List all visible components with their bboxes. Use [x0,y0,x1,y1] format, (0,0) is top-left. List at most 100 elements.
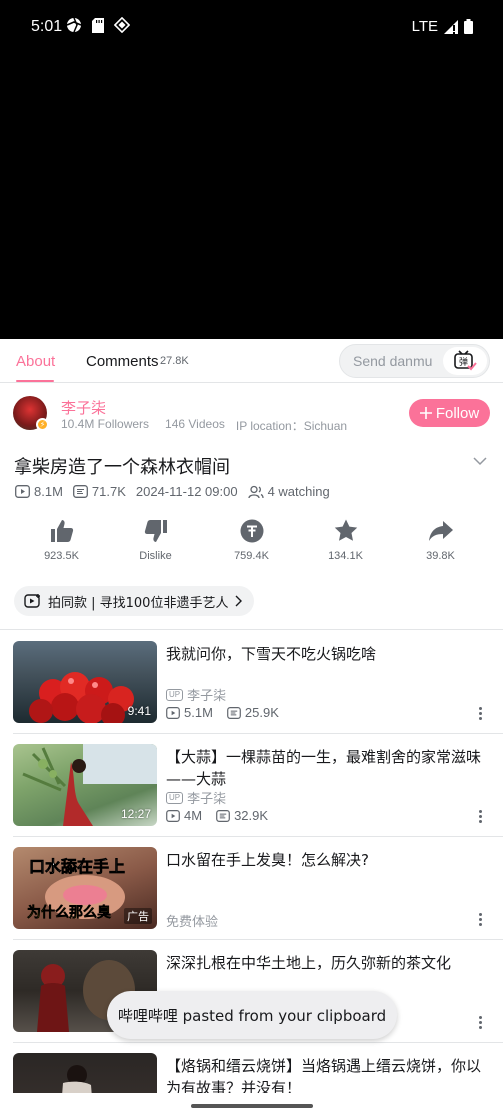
danmu-input[interactable]: Send danmu 弹 [339,344,490,378]
recommendation-views: 5.1M [184,705,213,720]
status-right: LTE [412,18,473,35]
recommendation-title: 口水留在手上发臭！怎么解决? [166,851,369,869]
list-item-ad[interactable]: 口水舔在手上 为什么那么臭 广告 口水留在手上发臭！怎么解决? 免费体验 [0,837,503,940]
coin-button[interactable]: 759.4K [204,518,299,562]
signal-icon [444,19,458,34]
more-options-icon[interactable] [476,810,484,823]
uploader-followers: 10.4M Followers [61,417,150,431]
status-time: 5:01 [31,18,63,35]
recommendation-uploader-name: 李子柒 [187,688,227,703]
recommendation-danmaku: 25.9K [244,705,279,720]
favorite-count: 134.1K [328,550,363,562]
svg-text:弹: 弹 [459,356,468,368]
watching-icon [247,485,264,498]
video-duration: 12:27 [120,807,151,821]
danmu-toggle-button[interactable]: 弹 [443,347,487,375]
danmaku-count: 71.7K [91,484,126,499]
favorite-button[interactable]: 134.1K [298,518,393,562]
activity-tag-text: 拍同款 | 寻找100位非遗手艺人 [48,595,229,611]
play-count-icon [166,809,180,822]
video-camera-icon [24,594,40,608]
recommendation-stats: 5.1M 25.9K [166,705,279,720]
activity-tag[interactable]: 拍同款 | 寻找100位非遗手艺人 [14,586,255,616]
uploader-stats: 10.4M Followers 146 Videos IP location：S… [61,417,347,434]
tab-comments[interactable]: Comments [86,353,159,370]
ad-badge: 广告 [124,908,152,924]
share-count: 39.8K [426,550,455,562]
play-count-icon [166,706,180,719]
more-options-icon[interactable] [476,1016,484,1029]
status-notification-icons [66,17,130,33]
recommendation-stats: 4M 32.9K [166,808,268,823]
status-bar: 5:01 LTE [0,0,503,56]
network-type: LTE [411,18,438,35]
up-badge-icon: UP [166,688,184,701]
home-gesture-bar[interactable] [191,1104,313,1108]
danmaku-count-icon [227,706,241,719]
like-count: 923.5K [44,550,79,562]
list-item[interactable]: 【烙锅和缙云烧饼】当烙锅遇上缙云烧饼，你以为有故事？并没有！ [0,1043,503,1093]
video-thumbnail[interactable] [13,1053,157,1093]
thumbs-down-icon [144,520,167,542]
ad-sponsor: 免费体验 [166,914,219,929]
danmu-icon: 弹 [454,350,477,371]
video-thumbnail[interactable]: 9:41 [13,641,157,723]
comments-count: 27.8K [160,355,189,367]
view-count: 8.1M [34,484,63,499]
uploader-ip: IP location：Sichuan [235,419,348,433]
more-options-icon[interactable] [476,913,484,926]
video-title: 拿柴房造了一个森林衣帽间 [14,457,230,478]
list-item[interactable]: 9:41 我就问你，下雪天不吃火锅吃啥 UP 李子柒 5.1M 25.9K [0,631,503,734]
danmu-placeholder: Send danmu [353,353,433,369]
uploader-name[interactable]: 李子柒 [61,397,106,418]
recommendation-title: 【大蒜】一棵蒜苗的一生，最难割舍的家常滋味——大蒜 [166,748,482,788]
chevron-right-icon [235,595,243,607]
list-item[interactable]: 12:27 【大蒜】一棵蒜苗的一生，最难割舍的家常滋味——大蒜 UP 李子柒 4… [0,734,503,837]
tabs-divider [0,382,503,383]
tab-about[interactable]: About [16,353,55,370]
recommendation-views: 4M [184,808,203,823]
video-meta: 8.1M 71.7K 2024-11-12 09:00 4 watching [15,484,340,499]
sd-card-icon [92,17,104,33]
video-duration: 9:41 [127,704,151,718]
ad-overlay-text-top: 口水舔在手上 [29,857,126,877]
cooking-image [62,1065,92,1093]
publish-date: 2024-11-12 09:00 [135,484,238,499]
recommendation-uploader: UP 李子柒 [166,788,226,807]
recommendation-title: 深深扎根在中华土地上，历久弥新的茶文化 [166,954,452,972]
follow-label: Follow [435,404,480,422]
battery-icon [464,19,473,34]
like-button[interactable]: 923.5K [14,518,109,562]
recommendation-danmaku: 32.9K [234,808,269,823]
follow-button[interactable]: Follow [409,399,490,427]
play-count-icon [15,485,30,498]
plus-icon [419,407,432,419]
star-icon [334,519,357,541]
clipboard-toast: 哔哩哔哩 pasted from your clipboard [107,991,397,1039]
danmaku-count-icon [72,485,88,498]
recommendation-uploader-name: 李子柒 [187,791,227,806]
ad-thumbnail[interactable]: 口水舔在手上 为什么那么臭 广告 [13,847,157,929]
action-bar: 923.5K Dislike 759.4K 134.1K 39.8K [0,518,503,570]
recommendation-title: 【烙锅和缙云烧饼】当烙锅遇上缙云烧饼，你以为有故事？并没有！ [166,1057,482,1093]
share-icon [428,521,453,541]
vpn-key-icon [114,17,130,33]
dislike-label: Dislike [139,550,172,562]
uploader-videos: 146 Videos [165,417,225,431]
danmaku-count-icon [216,809,230,822]
video-player[interactable] [0,56,503,339]
recommendation-title: 我就问你，下雪天不吃火锅吃啥 [166,645,377,663]
ad-overlay-text-bottom: 为什么那么臭 [27,905,112,922]
more-options-icon[interactable] [476,707,484,720]
coin-count: 759.4K [234,550,269,562]
share-button[interactable]: 39.8K [393,518,488,562]
verified-badge-icon: ⚡ [36,418,49,431]
aperture-icon [66,17,82,33]
section-divider [0,629,503,630]
chevron-down-icon[interactable] [471,452,489,470]
coin-icon [240,519,263,543]
dislike-button[interactable]: Dislike [108,518,203,562]
video-thumbnail[interactable]: 12:27 [13,744,157,826]
thumbs-up-icon [50,520,73,542]
recommendation-uploader: UP 李子柒 [166,685,226,704]
